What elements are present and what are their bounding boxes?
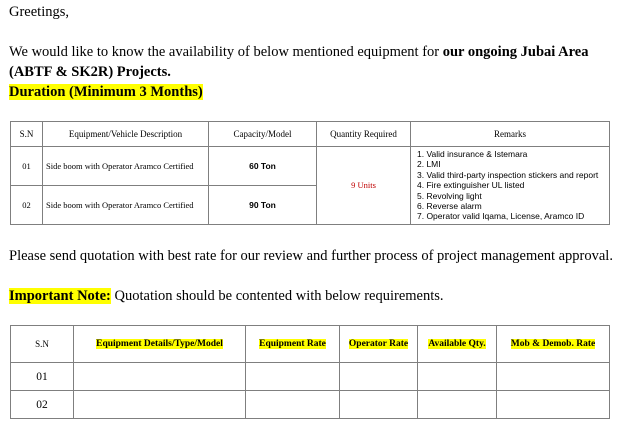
equipment-table-header: S.N Equipment/Vehicle Description Capaci…: [10, 121, 610, 147]
quote-cell: [245, 362, 340, 391]
duration-line: Duration (Minimum 3 Months): [9, 84, 203, 101]
quantity-required: 9 Units: [316, 146, 411, 225]
remark-item: 1. Valid insurance & Istemara: [417, 149, 528, 159]
remark-item: 3. Valid third-party inspection stickers…: [417, 169, 599, 180]
remark-item: 7. Operator valid Iqama, License, Aramco…: [417, 211, 585, 222]
quote-row-sn: 01: [10, 362, 74, 391]
quote-cell: [417, 390, 497, 419]
quote-header-operator-rate: Operator Rate: [339, 325, 418, 363]
remark-item: 2. LMI: [417, 159, 441, 170]
duration: Duration (Minimum 3 Months): [9, 84, 203, 100]
quote-header-details: Equipment Details/Type/Model: [73, 325, 246, 363]
quote-cell: [73, 390, 246, 419]
remarks-list: 1. Valid insurance & Istemara 2. LMI 3. …: [410, 146, 610, 225]
quote-header-available-qty: Available Qty.: [417, 325, 497, 363]
quote-row-sn: 02: [10, 390, 74, 419]
header-capacity: Capacity/Model: [208, 121, 317, 147]
header-sn: S.N: [10, 121, 43, 147]
remark-item: 6. Reverse alarm: [417, 201, 482, 212]
quote-header-equipment-rate: Equipment Rate: [245, 325, 340, 363]
important-note-text: Quotation should be contented with below…: [110, 288, 444, 304]
quote-cell: [417, 362, 497, 391]
remark-item: 4. Fire extinguisher UL listed: [417, 180, 525, 191]
row-capacity: 90 Ton: [208, 184, 317, 225]
row-description: Side boom with Operator Aramco Certified: [42, 184, 209, 225]
row-sn: 02: [10, 184, 43, 225]
important-note: Important Note: Quotation should be cont…: [9, 288, 444, 305]
quote-cell: [496, 390, 610, 419]
quote-cell: [339, 362, 418, 391]
intro-text: We would like to know the availability o…: [9, 44, 443, 60]
row-capacity: 60 Ton: [208, 146, 317, 186]
header-description: Equipment/Vehicle Description: [42, 121, 209, 147]
quote-table: S.N Equipment Details/Type/Model Equipme…: [10, 325, 610, 419]
quotation-request: Please send quotation with best rate for…: [9, 248, 613, 264]
quote-table-header: S.N Equipment Details/Type/Model Equipme…: [10, 325, 610, 363]
project-name: our ongoing Jubai Area: [442, 44, 589, 60]
header-remarks: Remarks: [410, 121, 610, 147]
row-description: Side boom with Operator Aramco Certified: [42, 146, 209, 186]
table-row: 01 Side boom with Operator Aramco Certif…: [10, 146, 610, 225]
quote-cell: [339, 390, 418, 419]
quote-header-sn: S.N: [10, 325, 74, 363]
quote-header-mob-demob: Mob & Demob. Rate: [496, 325, 610, 363]
project-codes: (ABTF & SK2R) Projects.: [9, 64, 171, 80]
greeting: Greetings,: [9, 4, 69, 20]
quote-cell: [73, 362, 246, 391]
table-row: 01: [10, 362, 610, 391]
important-note-label: Important Note:: [9, 288, 111, 304]
intro-line-2: (ABTF & SK2R) Projects.: [9, 64, 171, 81]
header-quantity: Quantity Required: [316, 121, 411, 147]
intro-line-1: We would like to know the availability o…: [9, 44, 588, 61]
table-row: 02: [10, 390, 610, 419]
quote-cell: [496, 362, 610, 391]
equipment-table: S.N Equipment/Vehicle Description Capaci…: [10, 121, 610, 225]
quote-cell: [245, 390, 340, 419]
remark-item: 5. Revolving light: [417, 190, 482, 201]
row-sn: 01: [10, 146, 43, 186]
